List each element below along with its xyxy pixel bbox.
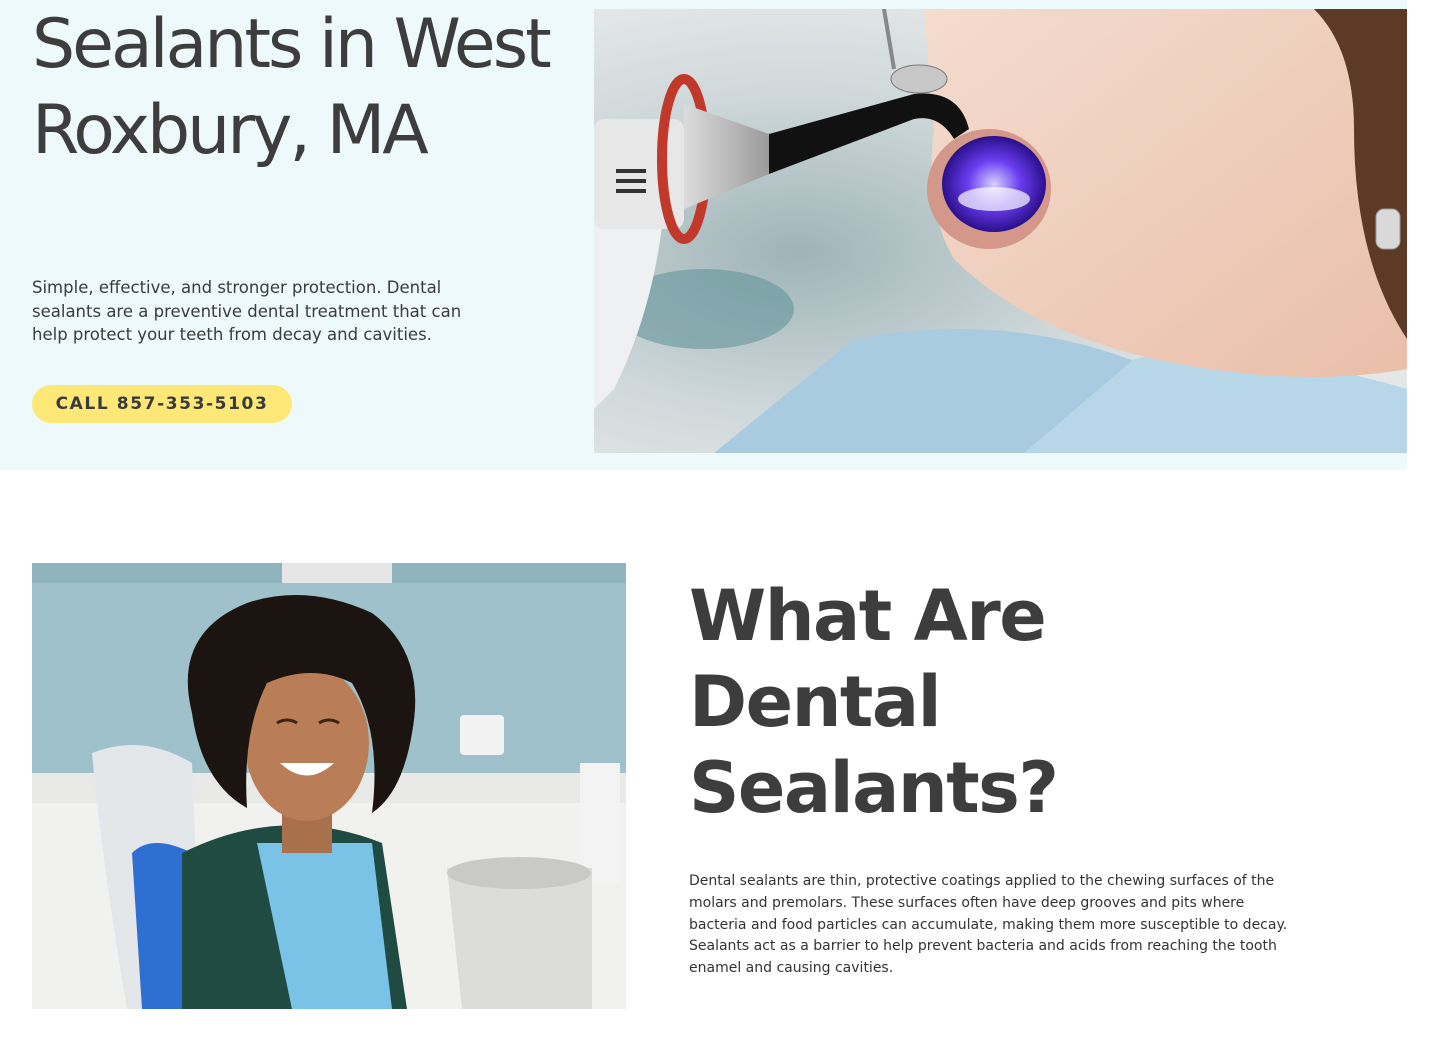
call-button[interactable]: CALL 857-353-5103 xyxy=(32,385,292,423)
hero-title: Sealants in West Roxbury, MA xyxy=(32,5,552,170)
smiling-patient-photo xyxy=(32,563,626,1009)
dental-curing-light-illustration xyxy=(594,9,1407,453)
section-title: What Are Dental Sealants? xyxy=(689,575,1059,829)
hero-description: Simple, effective, and stronger protecti… xyxy=(32,278,462,344)
section-body: Dental sealants are thin, protective coa… xyxy=(689,873,1288,977)
smiling-patient-illustration xyxy=(32,563,626,1009)
dental-curing-light-photo xyxy=(594,9,1407,453)
